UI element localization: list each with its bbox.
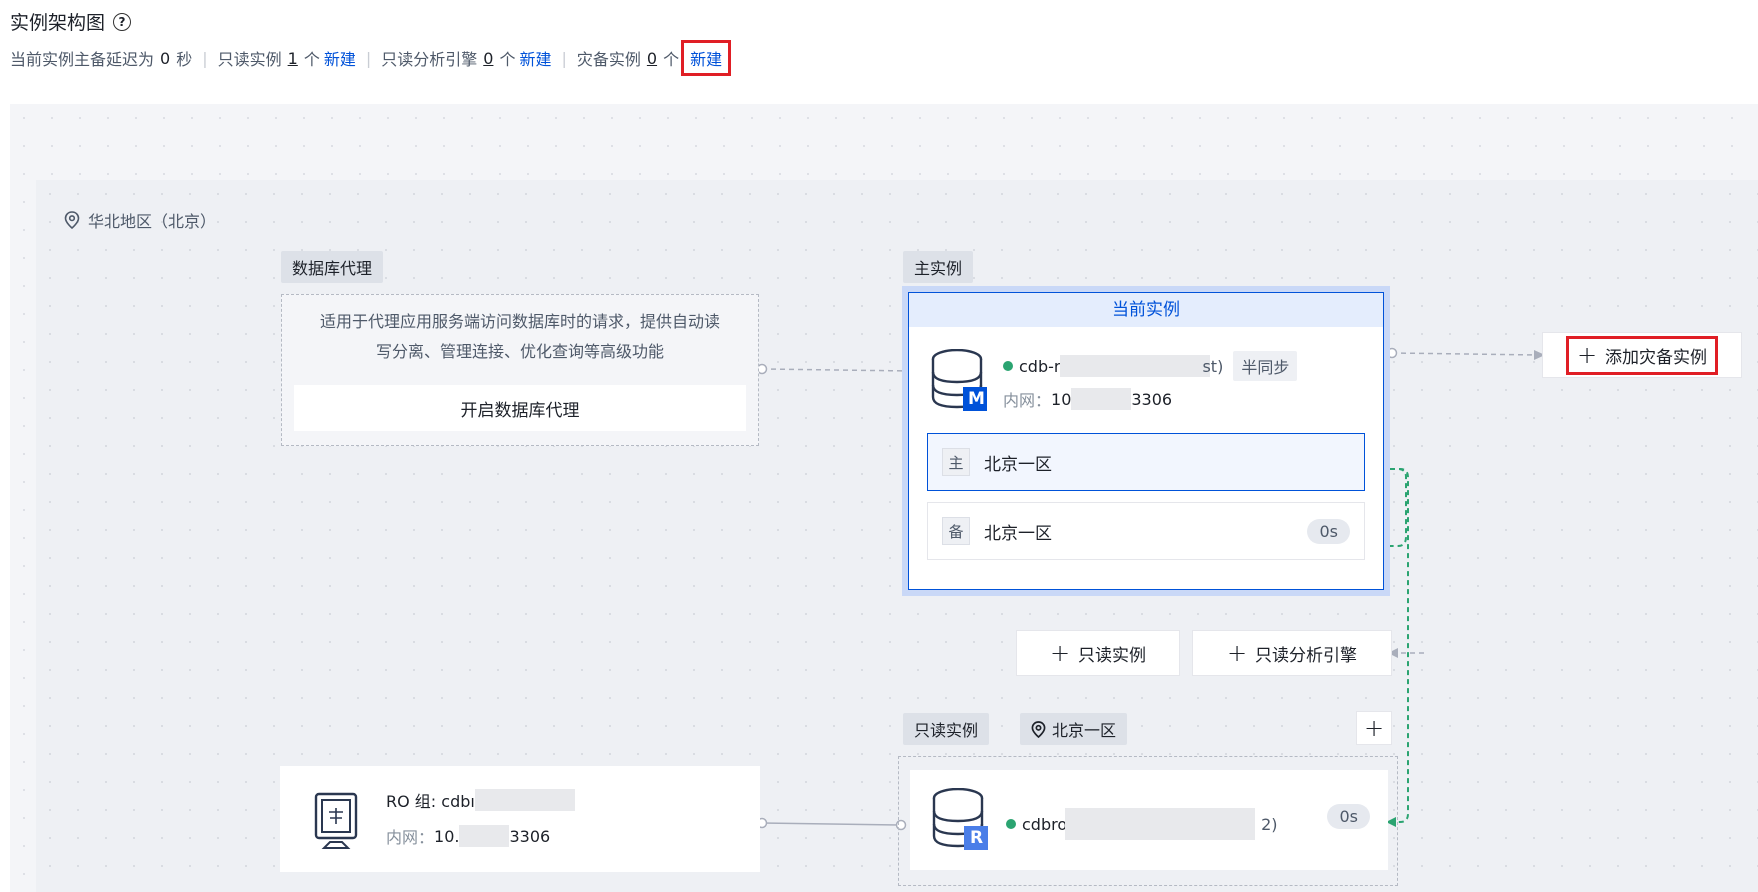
proxy-description-line1: 适用于代理应用服务端访问数据库时的请求，提供自动读 xyxy=(319,312,720,331)
database-readonly-icon: R xyxy=(932,787,988,856)
master-id-suffix: st) xyxy=(1202,356,1224,376)
redacted-mask xyxy=(1071,388,1132,410)
master-id-prefix[interactable]: cdb-r xyxy=(1019,357,1060,376)
plus-icon: + xyxy=(1576,341,1598,369)
proxy-description-line2: 写分离、管理连接、优化查询等高级功能 xyxy=(375,342,664,361)
redacted-mask xyxy=(459,825,510,847)
redacted-mask xyxy=(1060,355,1211,377)
master-instance-inner: 当前实例 M cdb-r st) 半同步 内网： 10 3306 主 北京一区 … xyxy=(908,292,1384,590)
proxy-panel: 适用于代理应用服务端访问数据库时的请求，提供自动读 写分离、管理连接、优化查询等… xyxy=(281,294,759,446)
master-icon-letter: M xyxy=(968,389,985,409)
proxy-description: 适用于代理应用服务端访问数据库时的请求，提供自动读 写分离、管理连接、优化查询等… xyxy=(282,307,758,367)
add-readonly-instance-button[interactable]: + 只读实例 xyxy=(1016,630,1180,676)
add-dr-instance-button[interactable]: + 添加灾备实例 xyxy=(1565,335,1719,375)
enable-proxy-button[interactable]: 开启数据库代理 xyxy=(294,385,746,431)
plus-icon: + xyxy=(1226,639,1248,667)
ro-group-net-prefix: 10. xyxy=(434,826,460,846)
add-analysis-label: 只读分析引擎 xyxy=(1255,645,1358,666)
plus-icon: + xyxy=(1363,714,1385,742)
readonly-zone-tag: 北京一区 xyxy=(1020,713,1128,745)
ro-group-label[interactable]: RO 组: cdbı xyxy=(386,788,475,812)
standby-zone-row[interactable]: 备 北京一区 0s xyxy=(927,502,1365,560)
master-net-label: 内网： xyxy=(1003,391,1052,410)
master-instance-card[interactable]: 当前实例 M cdb-r st) 半同步 内网： 10 3306 主 北京一区 … xyxy=(902,286,1390,596)
add-dr-instance-label: 添加灾备实例 xyxy=(1605,347,1708,368)
sync-mode-badge: 半同步 xyxy=(1233,351,1298,381)
ro-group-id-row: RO 组: cdbı xyxy=(386,788,575,812)
add-analysis-engine-button[interactable]: + 只读分析引擎 xyxy=(1192,630,1392,676)
location-icon xyxy=(1031,720,1046,738)
ro-group-net-suffix: 3306 xyxy=(509,826,551,846)
readonly-tag: 只读实例 xyxy=(903,713,990,745)
proxy-tag: 数据库代理 xyxy=(281,251,384,283)
database-master-icon: M xyxy=(931,348,987,417)
running-status-icon xyxy=(1003,361,1013,371)
master-network-row: 内网： 10 3306 xyxy=(1003,387,1172,411)
standby-zone-tag: 备 xyxy=(942,517,970,545)
redacted-mask xyxy=(1065,808,1256,840)
ro-group-card[interactable]: RO 组: cdbı 内网： 10. 3306 xyxy=(280,766,760,872)
master-tag: 主实例 xyxy=(903,251,974,283)
readonly-id-suffix: 2) xyxy=(1261,814,1278,834)
readonly-id-row: cdbro 2) xyxy=(1006,808,1278,840)
redacted-mask xyxy=(474,789,575,811)
running-status-icon xyxy=(1006,819,1016,829)
add-dr-instance-card: + 添加灾备实例 xyxy=(1542,332,1742,378)
primary-zone-name: 北京一区 xyxy=(984,454,1052,475)
master-net-prefix: 10 xyxy=(1051,389,1072,409)
ro-group-net-label: 内网： xyxy=(386,828,435,847)
readonly-instance-card[interactable]: R cdbro 2) 0s xyxy=(910,770,1388,870)
plus-icon: + xyxy=(1049,639,1071,667)
ro-group-icon xyxy=(314,792,358,849)
ro-group-network-row: 内网： 10. 3306 xyxy=(386,824,550,848)
master-net-suffix: 3306 xyxy=(1131,389,1173,409)
standby-delay-badge: 0s xyxy=(1307,518,1350,544)
readonly-delay-badge: 0s xyxy=(1327,804,1370,829)
readonly-zone-name: 北京一区 xyxy=(1052,721,1117,740)
master-id-row: cdb-r st) 半同步 xyxy=(1003,351,1298,381)
readonly-id-prefix[interactable]: cdbro xyxy=(1022,815,1067,834)
add-readonly-label: 只读实例 xyxy=(1078,645,1147,666)
primary-zone-row[interactable]: 主 北京一区 xyxy=(927,433,1365,491)
current-instance-header: 当前实例 xyxy=(909,293,1383,327)
add-readonly-small-button[interactable]: + xyxy=(1356,711,1392,745)
readonly-icon-letter: R xyxy=(970,828,984,848)
standby-zone-name: 北京一区 xyxy=(984,523,1052,544)
primary-zone-tag: 主 xyxy=(942,448,970,476)
connection-lines xyxy=(756,347,1545,831)
